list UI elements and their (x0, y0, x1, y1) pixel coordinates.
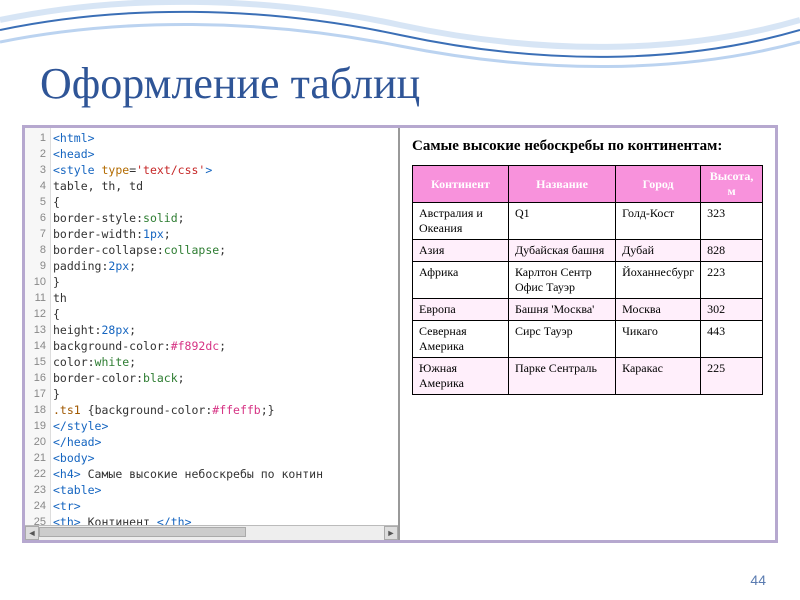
skyscraper-table: КонтинентНазваниеГородВысота, м Австрали… (412, 165, 763, 395)
table-cell: Голд-Кост (616, 203, 701, 240)
table-row: АзияДубайская башняДубай828 (413, 240, 763, 262)
table-cell: Дубай (616, 240, 701, 262)
table-header-cell: Название (508, 166, 615, 203)
scroll-right-arrow[interactable]: ► (384, 526, 398, 540)
slide-title: Оформление таблиц (40, 58, 420, 109)
table-cell: 323 (701, 203, 763, 240)
table-cell: Башня 'Москва' (508, 299, 615, 321)
table-cell: 223 (701, 262, 763, 299)
table-cell: Сирс Тауэр (508, 321, 615, 358)
table-cell: Северная Америка (413, 321, 509, 358)
table-cell: 302 (701, 299, 763, 321)
table-cell: Карлтон Сентр Офис Тауэр (508, 262, 615, 299)
table-row: Северная АмерикаСирс ТауэрЧикаго443 (413, 321, 763, 358)
code-text: <html> <head> <style type='text/css'> ta… (53, 128, 398, 530)
table-cell: 443 (701, 321, 763, 358)
table-header-row: КонтинентНазваниеГородВысота, м (413, 166, 763, 203)
table-row: Южная АмерикаПарке СентральКаракас225 (413, 358, 763, 395)
table-cell: Йоханнесбург (616, 262, 701, 299)
table-cell: 828 (701, 240, 763, 262)
table-cell: Дубайская башня (508, 240, 615, 262)
table-row: Австралия и ОкеанияQ1Голд-Кост323 (413, 203, 763, 240)
scrollbar-thumb[interactable] (39, 527, 246, 537)
table-header-cell: Высота, м (701, 166, 763, 203)
preview-heading: Самые высокие небоскребы по континентам: (412, 138, 763, 155)
table-header-cell: Город (616, 166, 701, 203)
table-body: Австралия и ОкеанияQ1Голд-Кост323АзияДуб… (413, 203, 763, 395)
slide: Оформление таблиц 1234567891011121314151… (0, 0, 800, 600)
code-editor-pane: 1234567891011121314151617181920212223242… (25, 128, 400, 540)
table-row: АфрикаКарлтон Сентр Офис ТауэрЙоханнесбу… (413, 262, 763, 299)
content-frame: 1234567891011121314151617181920212223242… (22, 125, 778, 543)
table-cell: Парке Сентраль (508, 358, 615, 395)
table-cell: Австралия и Океания (413, 203, 509, 240)
table-cell: Африка (413, 262, 509, 299)
preview-pane: Самые высокие небоскребы по континентам:… (400, 128, 775, 540)
table-cell: Q1 (508, 203, 615, 240)
line-number-gutter: 1234567891011121314151617181920212223242… (25, 128, 51, 540)
table-cell: Европа (413, 299, 509, 321)
table-cell: Южная Америка (413, 358, 509, 395)
horizontal-scrollbar[interactable]: ◄ ► (25, 525, 398, 540)
table-header-cell: Континент (413, 166, 509, 203)
scrollbar-track[interactable] (39, 526, 384, 540)
scroll-left-arrow[interactable]: ◄ (25, 526, 39, 540)
page-number: 44 (750, 572, 766, 588)
table-cell: Азия (413, 240, 509, 262)
table-row: ЕвропаБашня 'Москва'Москва302 (413, 299, 763, 321)
table-cell: 225 (701, 358, 763, 395)
table-cell: Чикаго (616, 321, 701, 358)
table-cell: Каракас (616, 358, 701, 395)
table-cell: Москва (616, 299, 701, 321)
